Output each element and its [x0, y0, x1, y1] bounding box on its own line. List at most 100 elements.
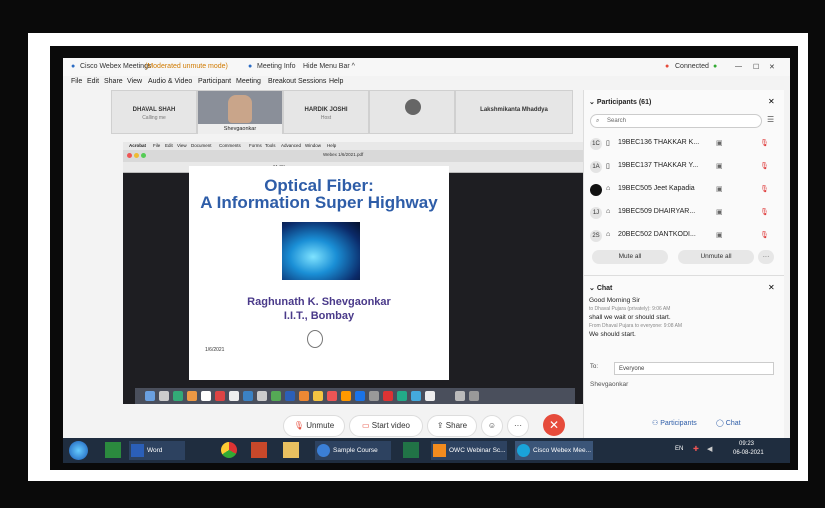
menu-edit[interactable]: Edit	[87, 78, 99, 85]
thumbnail-hardik-joshi[interactable]: HARDIK JOSHI Host	[283, 90, 369, 134]
excel-icon[interactable]	[403, 442, 419, 458]
participant-row[interactable]: 2S ⌂ 20BEC502 DANTKODI... ▣ 🎙	[590, 228, 774, 244]
participant-row[interactable]: 1C ▯ 19BEC136 THAKKAR K... ▣ 🎙	[590, 136, 774, 152]
menu-file[interactable]: File	[71, 78, 82, 85]
unmute-label: Unmute	[306, 421, 335, 430]
mac-menu-item: Window	[305, 143, 322, 148]
mic-muted-icon[interactable]: 🎙	[760, 231, 769, 239]
taskbar-label: Cisco Webex Mee...	[533, 447, 592, 454]
thumbnail-avatar[interactable]	[369, 90, 455, 134]
close-chat-icon[interactable]: ✕	[768, 283, 775, 292]
start-video-button[interactable]: ▭ Start video	[349, 415, 423, 437]
meeting-info-button[interactable]: Meeting Info	[257, 63, 296, 70]
participant-more-button[interactable]: ···	[758, 250, 774, 264]
unmute-all-button[interactable]: Unmute all	[678, 250, 754, 264]
webex-logo-icon: ●	[71, 63, 76, 70]
volume-icon[interactable]: ◀	[707, 445, 712, 453]
end-meeting-label: ✕	[548, 418, 560, 432]
chevron-down-icon: ⌄	[589, 99, 595, 106]
menu-help[interactable]: Help	[329, 78, 343, 85]
side-panel: ⌄ Participants (61) ✕ ⌕ Search ☰ 1C ▯ 19…	[583, 90, 784, 438]
participant-initials: 2S	[590, 230, 602, 242]
sort-list-icon[interactable]: ☰	[767, 115, 774, 124]
powerpoint-icon[interactable]	[251, 442, 267, 458]
computer-audio-icon: ⌂	[606, 208, 611, 215]
taskbar-owc-webinar[interactable]: OWC Webinar Sc...	[431, 441, 507, 460]
language-indicator[interactable]: EN	[675, 446, 683, 452]
search-icon: ⌕	[596, 118, 600, 124]
taskbar-label: Sample Course Fil...	[333, 447, 378, 454]
mic-muted-icon[interactable]: 🎙	[760, 208, 769, 216]
reactions-button[interactable]: ☺	[481, 415, 503, 437]
chat-tab-button[interactable]: ◯ Chat	[716, 416, 741, 432]
clock-date[interactable]: 06-08-2021	[733, 450, 764, 456]
connection-status[interactable]: Connected	[675, 63, 709, 70]
share-button[interactable]: ⇪ Share	[427, 415, 477, 437]
participants-tab-button[interactable]: ⚇ Participants	[652, 416, 697, 432]
app-icon-green[interactable]	[105, 442, 121, 458]
menu-view[interactable]: View	[127, 78, 142, 85]
video-icon: ▣	[716, 140, 723, 147]
taskbar-word[interactable]: Word	[129, 441, 185, 460]
chat-input[interactable]: Shevgaonkar	[590, 381, 628, 388]
mac-menu-item: Comments	[219, 143, 241, 148]
close-participants-icon[interactable]: ✕	[768, 97, 775, 106]
mac-menu-item: Acrobat	[129, 143, 147, 148]
participant-row[interactable]: 1J ⌂ 19BEC509 DHAIRYAR... ▣ 🎙	[590, 205, 774, 221]
shared-screen: Acrobat File Edit View Document Comments…	[123, 142, 585, 404]
document-title: Webex 1/6/2021.pdf	[323, 152, 364, 157]
minimize-button[interactable]: —	[735, 63, 742, 70]
computer-audio-icon: ⌂	[606, 185, 611, 192]
mute-all-button[interactable]: Mute all	[592, 250, 668, 264]
phone-icon: ▯	[606, 163, 610, 170]
taskbar-label: Word	[147, 447, 163, 454]
participant-row[interactable]: 1A ▯ 19BEC137 THAKKAR Y... ▣ 🎙	[590, 159, 774, 175]
maximize-button[interactable]: ☐	[753, 63, 759, 71]
menu-participant[interactable]: Participant	[198, 78, 231, 85]
chat-bubble-icon: ◯	[716, 420, 724, 427]
participant-name: 19BEC137 THAKKAR Y...	[618, 162, 699, 169]
mic-muted-icon[interactable]: 🎙	[760, 185, 769, 193]
speaker-face	[228, 95, 252, 123]
browser-icon	[317, 444, 330, 457]
participant-name: 19BEC505 Jeet Kapadia	[618, 185, 695, 192]
thumbnail-lakshmikanta[interactable]: Lakshmikanta Mhaddya	[455, 90, 573, 134]
menu-meeting[interactable]: Meeting	[236, 78, 261, 85]
clock-time[interactable]: 09:23	[739, 441, 754, 447]
thumbnail-dhaval-shah[interactable]: DHAVAL SHAH Calling me	[111, 90, 197, 134]
recipient-value: Everyone	[619, 366, 645, 372]
chat-header[interactable]: ⌄ Chat	[589, 284, 612, 292]
tray-icon[interactable]: ✚	[693, 445, 699, 453]
thumbnail-name: HARDIK JOSHI	[304, 107, 348, 113]
menu-bar: File Edit Share View Audio & Video Parti…	[63, 76, 790, 88]
chrome-icon[interactable]	[221, 442, 237, 458]
start-video-label: Start video	[371, 421, 411, 430]
info-icon: ●	[248, 63, 253, 70]
close-window-button[interactable]: ✕	[769, 63, 775, 71]
taskbar-cisco-webex[interactable]: Cisco Webex Mee...	[515, 441, 593, 460]
avatar	[405, 99, 421, 115]
thumbnail-shevgaonkar[interactable]: Shevgaonkar	[197, 90, 283, 134]
participant-actions: Mute all Unmute all ···	[584, 250, 784, 270]
end-meeting-button[interactable]: ✕	[543, 414, 565, 436]
more-options-button[interactable]: ···	[507, 415, 529, 437]
participants-header[interactable]: ⌄ Participants (61)	[589, 98, 651, 106]
menu-breakout-sessions[interactable]: Breakout Sessions	[268, 78, 326, 85]
unmute-button[interactable]: 🎙 Unmute	[283, 415, 345, 437]
mic-muted-icon[interactable]: 🎙	[760, 139, 769, 147]
taskbar-sample-course[interactable]: Sample Course Fil...	[315, 441, 391, 460]
slide-author: Raghunath K. Shevgaonkar	[247, 296, 391, 308]
mac-dock	[135, 388, 575, 404]
folder-icon[interactable]	[283, 442, 299, 458]
menu-audio-video[interactable]: Audio & Video	[148, 78, 192, 85]
video-off-icon: ▭	[361, 421, 370, 430]
chat-recipient-select[interactable]: Everyone	[614, 362, 774, 375]
start-button[interactable]	[69, 441, 88, 460]
participant-search-input[interactable]: ⌕ Search	[590, 114, 762, 128]
hide-menu-bar-button[interactable]: Hide Menu Bar ^	[303, 63, 355, 70]
participant-row[interactable]: ⌂ 19BEC505 Jeet Kapadia ▣ 🎙	[590, 182, 774, 198]
menu-share[interactable]: Share	[104, 78, 123, 85]
mic-muted-icon[interactable]: 🎙	[760, 162, 769, 170]
zoom-dot-icon	[141, 153, 146, 158]
title-bar: ● Cisco Webex Meetings (Moderated unmute…	[63, 58, 790, 76]
